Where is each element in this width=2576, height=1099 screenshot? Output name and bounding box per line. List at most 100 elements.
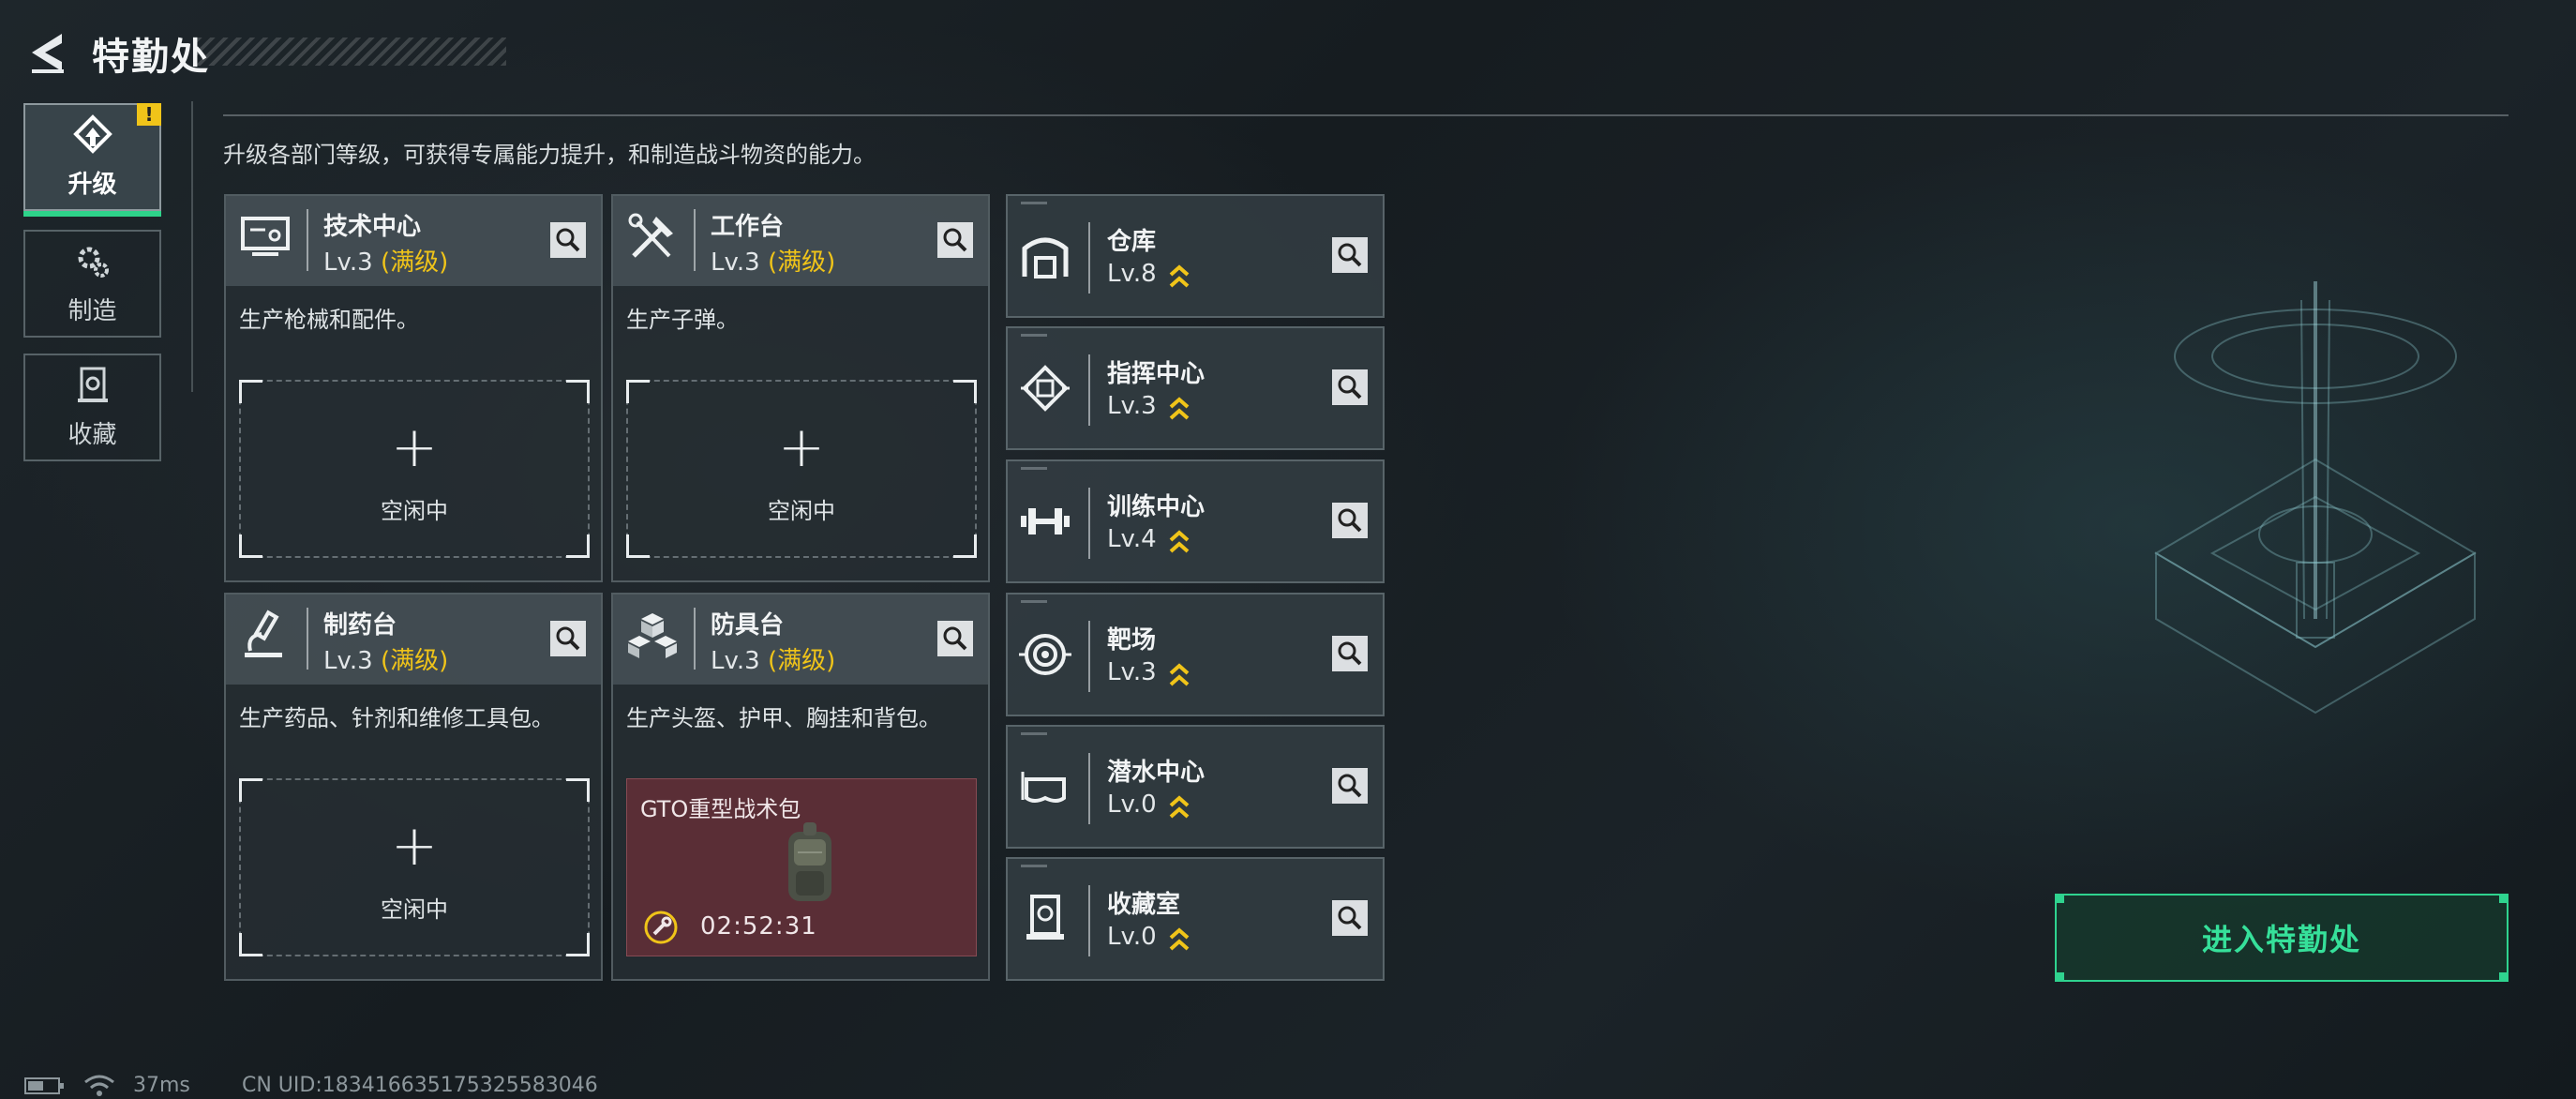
- department-level: Lv.3 (满级): [323, 248, 449, 277]
- computer-icon: [241, 217, 290, 256]
- collection-tab-icon: [77, 367, 108, 402]
- department-card-armor-bench[interactable]: 防具台 Lv.3 (满级) 生产头盔、护甲、胸挂和背包。 GTO重型战术包 02…: [611, 593, 990, 981]
- department-card-tech-center[interactable]: 技术中心 Lv.3 (满级) 生产枪械和配件。 + 空闲中: [224, 194, 603, 582]
- department-card-shooting-range[interactable]: 靶场 Lv.3: [1006, 593, 1385, 716]
- tools-icon: [628, 213, 673, 258]
- wifi-icon: [84, 1075, 114, 1096]
- upgrade-available-icon: [1169, 663, 1190, 686]
- header-separator: [307, 608, 308, 670]
- alert-badge: !: [137, 103, 161, 126]
- card-tick-decoration: [1021, 732, 1047, 735]
- department-name: 防具台: [711, 611, 785, 640]
- department-card-command-center[interactable]: 指挥中心 Lv.3: [1006, 326, 1385, 450]
- tab-craft-label: 制造: [67, 297, 117, 325]
- subtitle: 升级各部门等级，可获得专属能力提升，和制造战斗物资的能力。: [223, 142, 876, 168]
- enter-button-label: 进入特勤处: [2201, 922, 2361, 957]
- slot-status: 空闲中: [381, 896, 448, 923]
- upgrade-available-icon: [1169, 795, 1190, 819]
- magnifier-icon[interactable]: [937, 621, 973, 656]
- department-card-diving-center[interactable]: 潜水中心 Lv.0: [1006, 725, 1385, 849]
- department-name: 制药台: [323, 611, 397, 640]
- department-card-pharmacy[interactable]: 制药台 Lv.3 (满级) 生产药品、针剂和维修工具包。 + 空闲中: [224, 593, 603, 981]
- department-name: 工作台: [711, 213, 785, 241]
- tab-divider: [191, 101, 193, 392]
- divider: [223, 114, 2509, 116]
- command-chip-icon: [1021, 365, 1070, 412]
- card-tick-decoration: [1021, 600, 1047, 603]
- base-blueprint-illustration: [2154, 281, 2477, 715]
- warehouse-icon: [1022, 237, 1069, 279]
- tab-collection[interactable]: 收藏: [23, 354, 161, 461]
- slot-status: 空闲中: [381, 498, 448, 524]
- enter-special-ops-button[interactable]: 进入特勤处: [2055, 894, 2509, 982]
- department-name: 训练中心: [1107, 493, 1206, 521]
- magnifier-icon[interactable]: [1332, 237, 1368, 273]
- magnifier-icon[interactable]: [1332, 503, 1368, 538]
- crafting-item[interactable]: GTO重型战术包 02:52:31: [626, 778, 977, 956]
- production-slot[interactable]: + 空闲中: [239, 380, 590, 558]
- wrench-timer-icon: [644, 911, 678, 944]
- magnifier-icon[interactable]: [1332, 369, 1368, 405]
- magnifier-icon[interactable]: [937, 222, 973, 258]
- department-name: 技术中心: [323, 213, 422, 241]
- magnifier-icon[interactable]: [1332, 900, 1368, 936]
- department-name: 收藏室: [1107, 891, 1181, 919]
- header-separator: [1088, 488, 1090, 559]
- slot-status: 空闲中: [768, 498, 835, 524]
- tab-upgrade[interactable]: 升级 !: [23, 103, 161, 217]
- header-separator: [307, 209, 308, 271]
- header-separator: [694, 209, 696, 271]
- armor-blocks-icon: [628, 613, 677, 658]
- add-icon: +: [390, 414, 439, 480]
- department-level: Lv.0: [1107, 790, 1157, 819]
- header-separator: [1088, 621, 1090, 692]
- department-card-collection-room[interactable]: 收藏室 Lv.0: [1006, 857, 1385, 981]
- card-tick-decoration: [1021, 467, 1047, 470]
- department-description: 生产子弹。: [626, 307, 739, 333]
- department-level: Lv.3 (满级): [711, 248, 836, 277]
- header-separator: [1088, 753, 1090, 824]
- department-card-training-center[interactable]: 训练中心 Lv.4: [1006, 459, 1385, 583]
- card-tick-decoration: [1021, 202, 1047, 204]
- upgrade-available-icon: [1169, 530, 1190, 553]
- card-tick-decoration: [1021, 865, 1047, 867]
- header-separator: [1088, 885, 1090, 956]
- diving-mask-icon: [1021, 772, 1066, 803]
- department-level: Lv.8: [1107, 260, 1157, 288]
- back-arrow-icon[interactable]: [24, 28, 73, 77]
- user-uid: CN UID:183416635175325583046: [242, 1074, 598, 1097]
- department-name: 潜水中心: [1107, 759, 1206, 787]
- dumbbell-icon: [1021, 508, 1070, 534]
- department-description: 生产枪械和配件。: [239, 307, 419, 333]
- magnifier-icon[interactable]: [550, 222, 586, 258]
- upgrade-icon: [72, 114, 112, 154]
- department-level: Lv.3 (满级): [711, 647, 836, 675]
- magnifier-icon[interactable]: [1332, 768, 1368, 804]
- upgrade-available-icon: [1169, 397, 1190, 420]
- upgrade-available-icon: [1169, 264, 1190, 288]
- department-level: Lv.4: [1107, 525, 1157, 553]
- battery-icon: [24, 1077, 64, 1094]
- magnifier-icon[interactable]: [550, 621, 586, 656]
- tab-craft[interactable]: 制造: [23, 230, 161, 338]
- department-name: 靶场: [1107, 626, 1157, 655]
- upgrade-available-icon: [1169, 927, 1190, 951]
- production-slot[interactable]: + 空闲中: [239, 778, 590, 956]
- crafting-timer: 02:52:31: [700, 912, 817, 941]
- magnifier-icon[interactable]: [1332, 636, 1368, 671]
- active-tab-indicator: [23, 211, 161, 217]
- department-card-warehouse[interactable]: 仓库 Lv.8: [1006, 194, 1385, 318]
- production-slot[interactable]: + 空闲中: [626, 380, 977, 558]
- network-status: 37ms: [24, 1074, 190, 1097]
- department-description: 生产头盔、护甲、胸挂和背包。: [626, 705, 941, 731]
- department-level: Lv.3: [1107, 658, 1157, 686]
- page-title: 特勤处: [92, 36, 210, 79]
- add-icon: +: [777, 414, 826, 480]
- tactical-backpack-image: [788, 822, 831, 901]
- ping-value: 37ms: [133, 1074, 190, 1097]
- add-icon: +: [390, 813, 439, 879]
- department-description: 生产药品、针剂和维修工具包。: [239, 705, 554, 731]
- department-card-workbench[interactable]: 工作台 Lv.3 (满级) 生产子弹。 + 空闲中: [611, 194, 990, 582]
- title-hatch-decoration: [197, 38, 506, 66]
- microscope-icon: [245, 610, 282, 657]
